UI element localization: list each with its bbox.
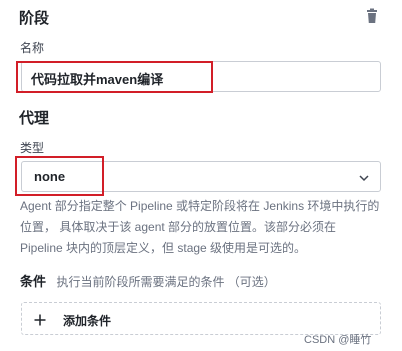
name-label: 名称 <box>20 41 45 55</box>
chevron-down-icon <box>358 171 370 183</box>
name-highlight-box <box>16 61 213 93</box>
add-condition-label: 添加条件 <box>63 314 112 328</box>
agent-title: 代理 <box>19 110 50 127</box>
agent-help-line-3: Pipeline 块内的顶层定义，但 stage 级使用是可选的。 <box>20 241 307 255</box>
trash-icon[interactable] <box>364 8 380 24</box>
watermark: CSDN @睡竹 <box>304 334 372 346</box>
stage-title: 阶段 <box>19 10 50 27</box>
plus-icon <box>34 313 46 326</box>
type-label: 类型 <box>20 141 45 155</box>
agent-help-line-1: Agent 部分指定整个 Pipeline 或特定阶段将在 Jenkins 环境… <box>20 199 380 213</box>
conditions-header: 条件 执行当前阶段所需要满足的条件 （可选） <box>20 271 276 291</box>
agent-help-line-2: 位置， 具体取决于该 agent 部分的放置位置。该部分必须在 <box>20 220 337 234</box>
conditions-title: 条件 <box>20 274 47 289</box>
type-highlight-box <box>15 156 104 196</box>
conditions-description: 执行当前阶段所需要满足的条件 （可选） <box>56 275 276 289</box>
